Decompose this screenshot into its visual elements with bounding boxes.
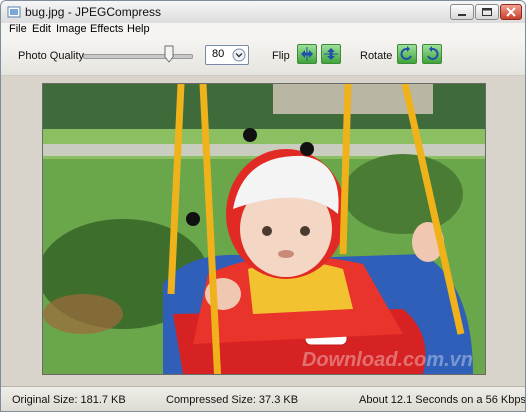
app-icon bbox=[7, 6, 21, 18]
flip-vertical-icon bbox=[324, 48, 338, 60]
window-title: bug.jpg - JPEGCompress bbox=[25, 5, 162, 19]
original-size-status: Original Size: 181.7 KB bbox=[12, 394, 126, 406]
minimize-icon bbox=[458, 14, 466, 16]
flip-horizontal-button[interactable] bbox=[297, 44, 317, 64]
menu-help[interactable]: Help bbox=[127, 23, 150, 35]
status-bar: Original Size: 181.7 KB Compressed Size:… bbox=[1, 386, 525, 411]
download-estimate-status: About 12.1 Seconds on a 56 Kbps Dialup bbox=[359, 394, 526, 406]
rotate-left-icon bbox=[400, 46, 412, 60]
minimize-button[interactable] bbox=[450, 4, 474, 20]
flip-horizontal-icon bbox=[301, 47, 313, 61]
rotate-right-icon bbox=[427, 46, 439, 60]
rotate-label: Rotate bbox=[360, 50, 393, 62]
title-bar[interactable]: bug.jpg - JPEGCompress bbox=[1, 1, 525, 24]
maximize-icon bbox=[482, 8, 492, 16]
quality-slider-thumb[interactable] bbox=[164, 45, 174, 63]
image-canvas-area[interactable]: Download.com.vn bbox=[1, 76, 525, 387]
close-icon bbox=[506, 7, 516, 17]
toolbar: Photo Quality 80 Flip Rotate bbox=[1, 37, 525, 76]
rotate-right-button[interactable] bbox=[422, 44, 442, 64]
quality-slider[interactable] bbox=[83, 54, 193, 59]
quality-select-value: 80 bbox=[212, 48, 225, 60]
flip-vertical-button[interactable] bbox=[321, 44, 341, 64]
app-window: bug.jpg - JPEGCompress File Edit Image E… bbox=[0, 0, 526, 412]
compressed-size-status: Compressed Size: 37.3 KB bbox=[166, 394, 299, 406]
maximize-button[interactable] bbox=[475, 4, 499, 20]
watermark-text: Download.com.vn bbox=[302, 349, 473, 371]
menu-image[interactable]: Image bbox=[56, 23, 87, 35]
baby-in-swing-photo: Download.com.vn bbox=[42, 83, 486, 375]
menu-file[interactable]: File bbox=[9, 23, 27, 35]
quality-select[interactable]: 80 bbox=[205, 45, 249, 65]
close-button[interactable] bbox=[500, 4, 522, 20]
menu-effects[interactable]: Effects bbox=[90, 23, 123, 35]
menu-edit[interactable]: Edit bbox=[32, 23, 51, 35]
menu-bar: File Edit Image Effects Help bbox=[1, 23, 525, 37]
photo-quality-label: Photo Quality bbox=[18, 50, 85, 62]
flip-label: Flip bbox=[272, 50, 290, 62]
chevron-down-icon[interactable] bbox=[232, 48, 246, 62]
rotate-left-button[interactable] bbox=[397, 44, 417, 64]
